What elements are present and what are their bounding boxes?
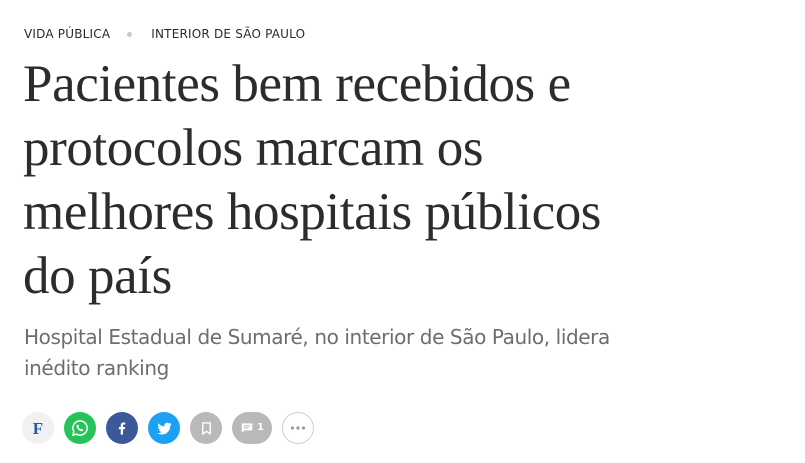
facebook-share-button[interactable] [106, 412, 138, 444]
comment-icon [241, 423, 253, 433]
breadcrumb-subsection-link[interactable]: INTERIOR DE SÃO PAULO [151, 27, 305, 41]
share-bar: F 1 [22, 411, 324, 445]
whatsapp-icon [71, 420, 88, 437]
breadcrumb-separator [127, 31, 133, 37]
facebook-icon [118, 422, 126, 435]
breadcrumb-section-link[interactable]: VIDA PÚBLICA [24, 27, 110, 41]
twitter-share-button[interactable] [148, 412, 180, 444]
breadcrumb: VIDA PÚBLICA INTERIOR DE SÃO PAULO [24, 26, 305, 42]
whatsapp-share-button[interactable] [64, 412, 96, 444]
article-subtitle: Hospital Estadual de Sumaré, no interior… [24, 325, 610, 380]
bookmark-icon [201, 421, 211, 435]
folha-share-button[interactable]: F [22, 412, 54, 444]
save-article-button[interactable] [190, 412, 222, 444]
more-options-button[interactable] [282, 412, 314, 444]
more-icon [290, 426, 306, 430]
comments-button[interactable]: 1 [232, 412, 272, 444]
folha-logo-icon: F [32, 418, 44, 438]
comment-count: 1 [257, 422, 264, 433]
article-headline: Pacientes bem recebidos e protocolos mar… [23, 55, 602, 305]
twitter-icon [156, 422, 172, 435]
